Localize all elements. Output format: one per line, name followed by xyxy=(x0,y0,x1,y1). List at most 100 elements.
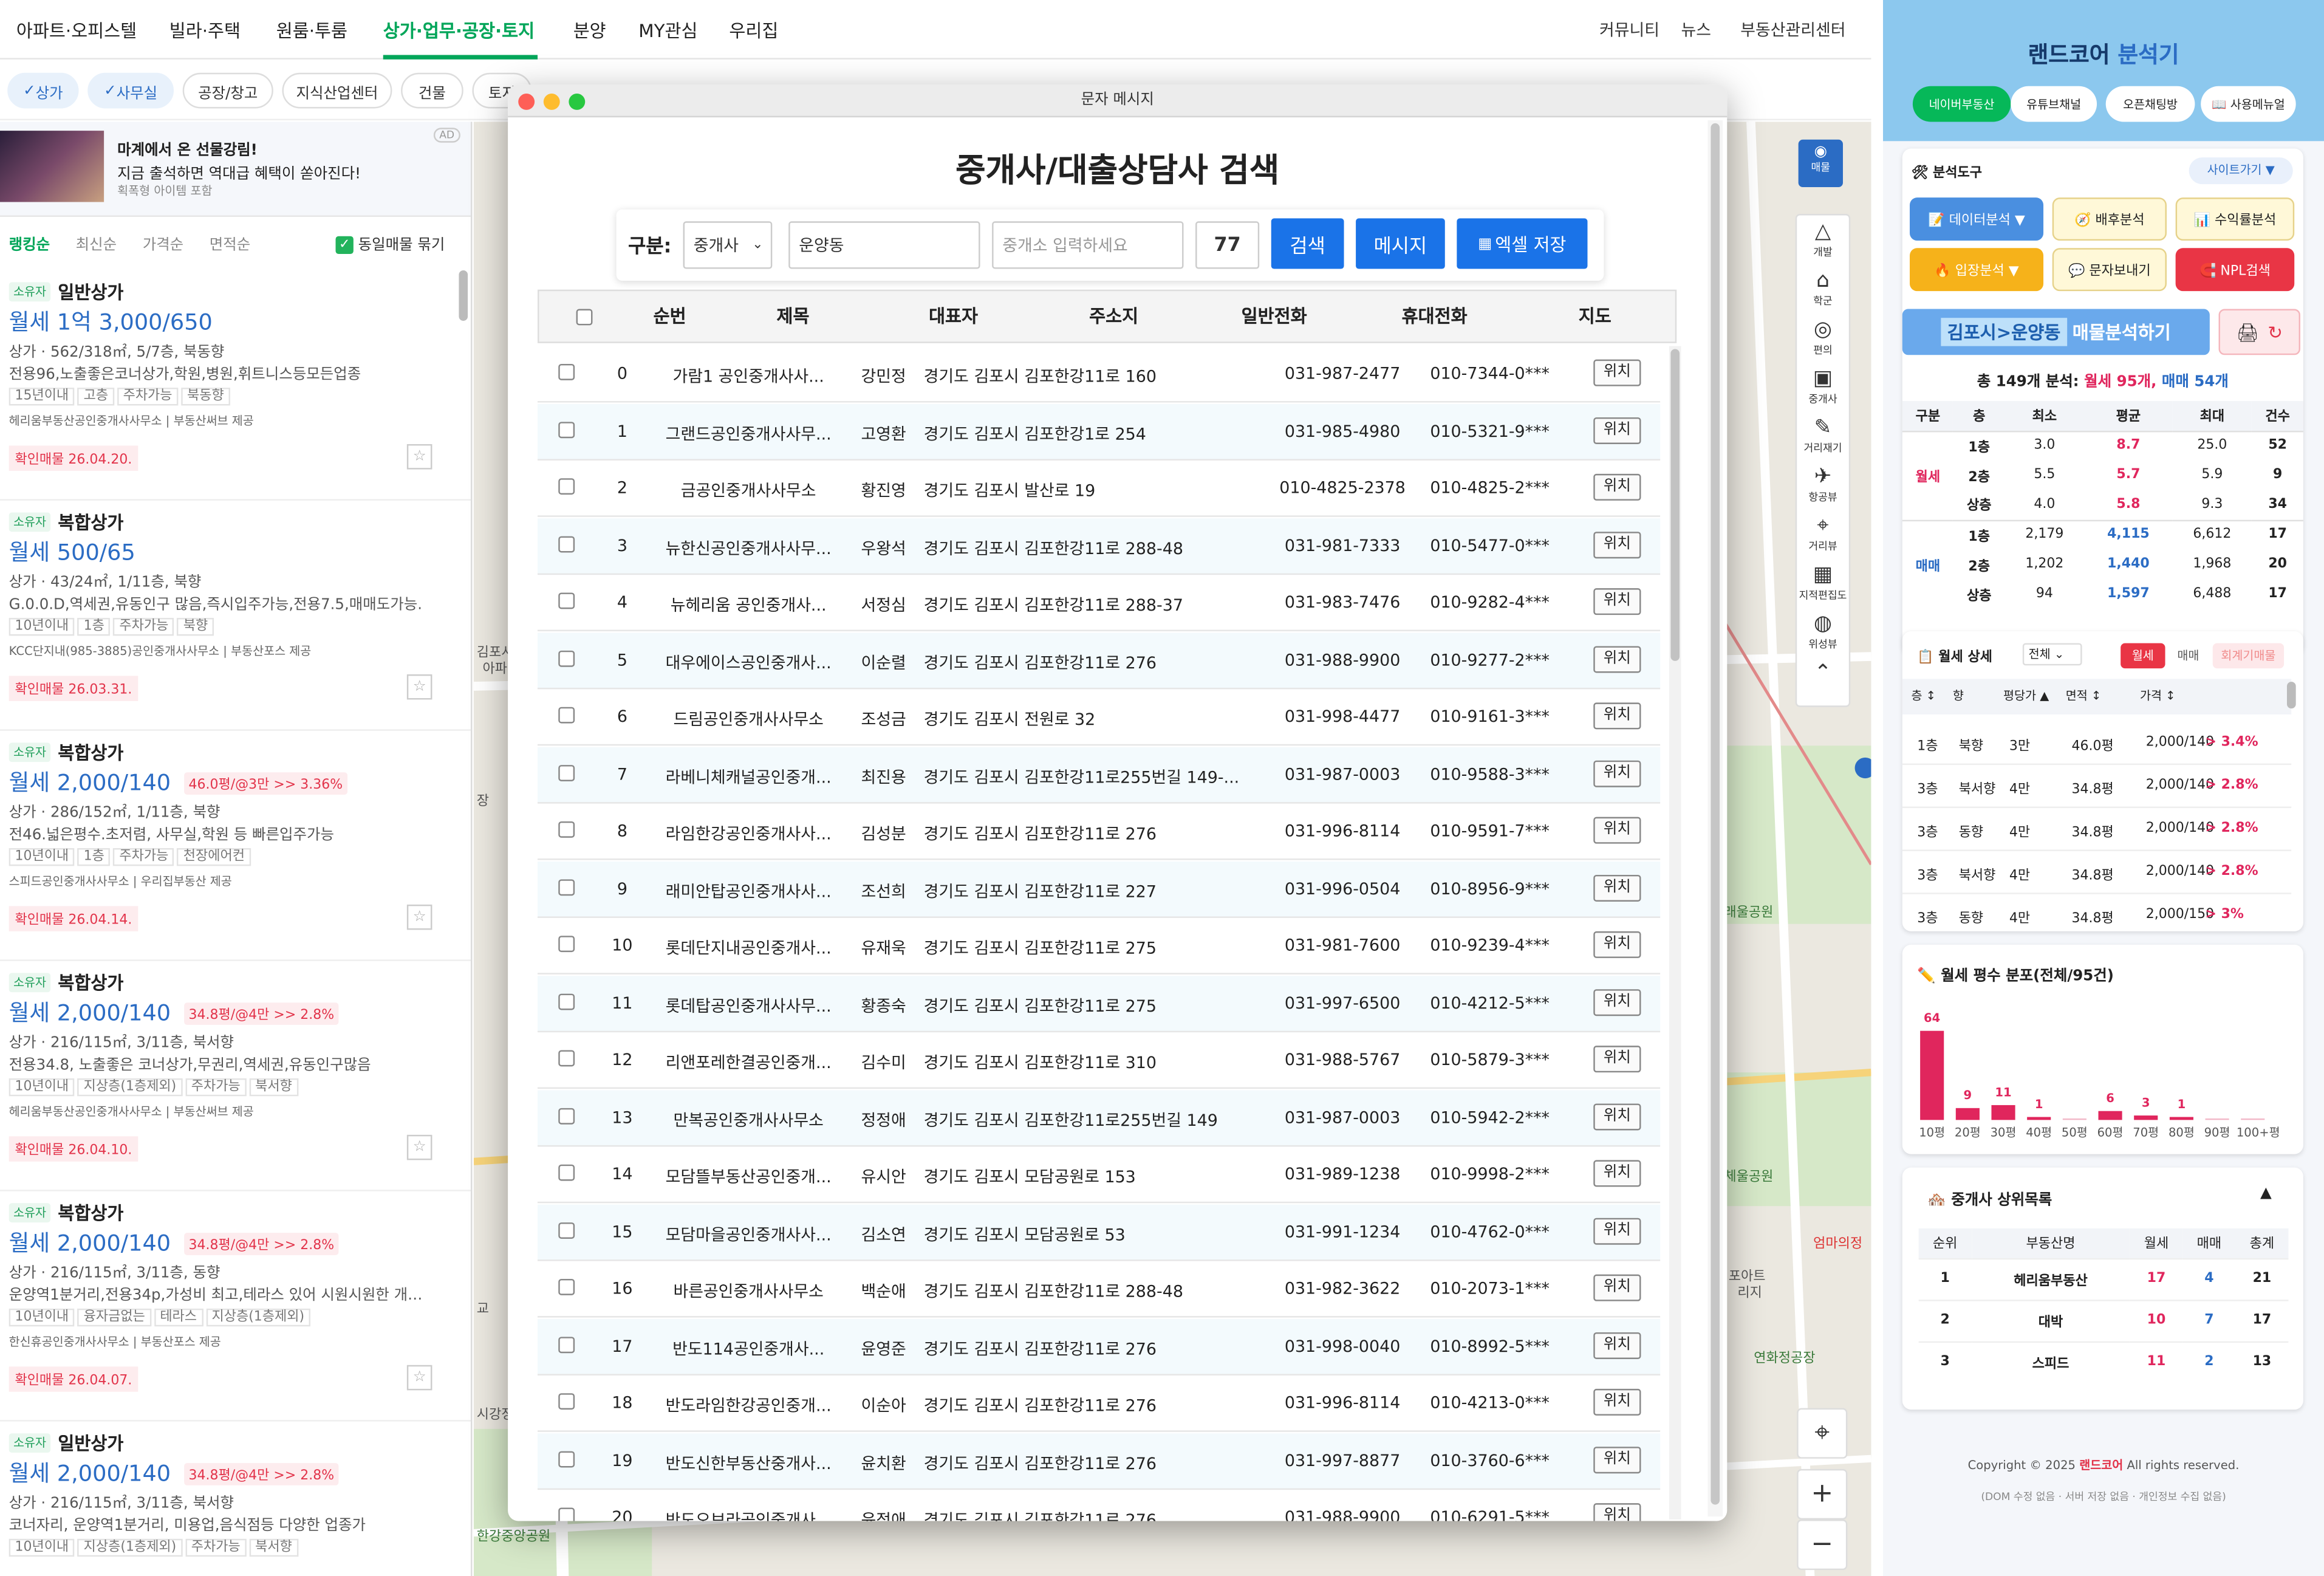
row-checkbox[interactable] xyxy=(558,1107,575,1124)
map-tool-satellite[interactable]: ◍ 위성뷰 xyxy=(1797,608,1849,658)
filter-knowledge-center[interactable]: 지식산업센터 xyxy=(282,72,392,109)
table-row[interactable]: 7 라베니체캐널공인중개... 최진용 경기도 김포시 김포한강11로255번길 14… xyxy=(538,746,1661,803)
nav-my-interest[interactable]: MY관심 xyxy=(638,18,697,43)
tab-manual[interactable]: 📖 사용메뉴얼 xyxy=(2201,86,2296,122)
row-checkbox[interactable] xyxy=(558,421,575,437)
table-scrollbar[interactable] xyxy=(1669,346,1681,1520)
detail-header-cell[interactable]: 면적 ↕ xyxy=(2066,688,2102,704)
favorite-button[interactable]: ☆ xyxy=(406,904,432,930)
row-checkbox[interactable] xyxy=(558,1393,575,1410)
location-button[interactable]: 위치 xyxy=(1593,531,1641,558)
detail-header-cell[interactable]: 가격 ↕ xyxy=(2140,688,2176,704)
location-button[interactable]: 위치 xyxy=(1593,759,1641,787)
favorite-button[interactable]: ☆ xyxy=(406,1365,432,1391)
location-button[interactable]: 위치 xyxy=(1593,1503,1641,1521)
site-go-button[interactable]: 사이트가기 ▼ xyxy=(2189,157,2293,185)
printer-icon[interactable]: 🖨 xyxy=(2236,321,2258,342)
listing-card[interactable]: 소유자 일반상가 월세 1억 3,000/650 상가 · 562/318㎡, 5/7… xyxy=(0,270,471,501)
favorite-button[interactable]: ☆ xyxy=(406,1134,432,1160)
favorite-button[interactable]: ☆ xyxy=(406,444,432,470)
table-row[interactable]: 14 모담뜰부동산공인중개... 유시안 경기도 김포시 모담공원로 153 031-9… xyxy=(538,1146,1661,1204)
group-same-listing-toggle[interactable]: ✓ 동일매물 묶기 xyxy=(335,231,445,255)
detail-tab-sale[interactable]: 매매 xyxy=(2170,643,2207,669)
listing-price[interactable]: 월세 2,000/140 xyxy=(9,767,171,798)
listing-card[interactable]: 소유자 복합상가 월세 2,000/140 46.0평/@3만 >> 3.36% 상가 … xyxy=(0,731,471,961)
send-message-button[interactable]: 💬 문자보내기 xyxy=(2052,248,2167,292)
nav-community[interactable]: 커뮤니티 xyxy=(1599,18,1659,41)
window-scrollbar[interactable] xyxy=(1707,120,1723,1517)
location-button[interactable]: 위치 xyxy=(1593,817,1641,844)
minimize-window-button[interactable] xyxy=(543,94,560,110)
npl-search-button[interactable]: 🧲 NPL검색 xyxy=(2175,248,2295,292)
location-button[interactable]: 위치 xyxy=(1593,1331,1641,1358)
filter-building[interactable]: 건물 xyxy=(401,72,463,109)
table-row[interactable]: 2 금공인중개사사무소 황진영 경기도 김포시 발산로 19 010-4825-2378… xyxy=(538,461,1661,517)
search-button[interactable]: 검색 xyxy=(1271,218,1344,269)
zoom-out-button[interactable]: − xyxy=(1797,1519,1848,1571)
sort-newest[interactable]: 최신순 xyxy=(76,231,117,254)
table-row[interactable]: 3 뉴한신공인중개사사무... 우왕석 경기도 김포시 김포한강11로 288-48 0… xyxy=(538,518,1661,574)
location-button[interactable]: 위치 xyxy=(1593,1046,1641,1073)
sort-area[interactable]: 면적순 xyxy=(210,231,250,254)
table-row[interactable]: 20 반도오브라공인중개사... 윤정애 경기도 김포시 김포한강11로 276 031… xyxy=(538,1490,1660,1521)
tab-youtube[interactable]: 유튜브채널 xyxy=(2011,86,2097,122)
table-row[interactable]: 18 반도라임한강공인중개... 이순아 경기도 김포시 김포한강11로 276 031… xyxy=(538,1376,1661,1432)
location-button[interactable]: 위치 xyxy=(1593,473,1641,501)
my-location-button[interactable]: ⌖ xyxy=(1797,1408,1848,1459)
tab-open-chat[interactable]: 오픈채팅방 xyxy=(2105,86,2195,122)
nav-presale[interactable]: 분양 xyxy=(573,18,606,43)
location-button[interactable]: 위치 xyxy=(1593,1388,1641,1416)
row-checkbox[interactable] xyxy=(558,764,575,781)
nav-oneroom[interactable]: 원룸·투룸 xyxy=(276,18,347,43)
detail-header-cell[interactable]: 향 xyxy=(1953,688,1964,704)
row-checkbox[interactable] xyxy=(558,535,575,552)
detail-scrollbar[interactable] xyxy=(2286,682,2296,709)
map-tool-ruler[interactable]: ✎ 거리재기 xyxy=(1797,411,1849,462)
window-scrollbar-thumb[interactable] xyxy=(1711,123,1720,1505)
location-button[interactable]: 위치 xyxy=(1593,588,1641,615)
nav-apartment[interactable]: 아파트·오피스텔 xyxy=(16,18,137,43)
location-button[interactable]: 위치 xyxy=(1593,988,1641,1016)
nav-villa[interactable]: 빌라·주택 xyxy=(169,18,241,43)
collapse-icon[interactable]: ▲ xyxy=(2260,1185,2272,1202)
location-button[interactable]: 위치 xyxy=(1593,702,1641,730)
row-checkbox[interactable] xyxy=(558,821,575,838)
listing-price[interactable]: 월세 500/65 xyxy=(9,536,135,567)
table-row[interactable]: 0 가람1 공인중개사사... 강민정 경기도 김포시 김포한강11로 160 031-… xyxy=(538,346,1661,403)
listing-card[interactable]: 소유자 복합상가 월세 500/65 상가 · 43/24㎡, 1/11층, 북향 G.… xyxy=(0,501,471,731)
location-button[interactable]: 위치 xyxy=(1593,1160,1641,1187)
row-checkbox[interactable] xyxy=(558,936,575,953)
map-tool-agency[interactable]: ▣ 중개사 xyxy=(1797,363,1849,413)
table-row[interactable]: 5 대우에이스공인중개사... 이순렬 경기도 김포시 김포한강11로 276 031-… xyxy=(538,632,1661,689)
row-checkbox[interactable] xyxy=(558,1164,575,1181)
data-analysis-button[interactable]: 📝 데이터분석 ▼ xyxy=(1910,197,2044,241)
listing-price[interactable]: 월세 1억 3,000/650 xyxy=(9,306,213,337)
location-button[interactable]: 위치 xyxy=(1593,1103,1641,1130)
nav-my-home[interactable]: 우리집 xyxy=(729,18,778,43)
row-checkbox[interactable] xyxy=(558,993,575,1010)
row-checkbox[interactable] xyxy=(558,363,575,380)
detail-tab-rent[interactable]: 월세 xyxy=(2121,643,2165,669)
type-select[interactable]: 중개사 ⌄ xyxy=(683,221,773,269)
location-button[interactable]: 위치 xyxy=(1593,1446,1641,1473)
detail-header-cell[interactable]: 층 ↕ xyxy=(1911,688,1936,704)
row-checkbox[interactable] xyxy=(558,1050,575,1067)
agency-name-input[interactable]: 중개소 입력하세요 xyxy=(992,221,1184,269)
map-tool-pin[interactable]: ⌖ 거리뷰 xyxy=(1797,510,1849,560)
map-tool-convenience[interactable]: ◎ 편의 xyxy=(1797,313,1849,364)
reload-icon[interactable]: ↻ xyxy=(2268,321,2283,342)
filter-factory[interactable]: 공장/창고 xyxy=(182,72,273,109)
maximize-window-button[interactable] xyxy=(569,94,586,110)
table-scrollbar-thumb[interactable] xyxy=(1670,349,1680,661)
row-checkbox[interactable] xyxy=(558,1507,575,1521)
message-button[interactable]: 메시지 xyxy=(1356,218,1445,269)
listing-card[interactable]: 소유자 복합상가 월세 2,000/140 34.8평/@4만 >> 2.8% 상가 ·… xyxy=(0,1191,471,1422)
excel-save-button[interactable]: ▦ 엑셀 저장 xyxy=(1457,218,1588,269)
map-tool-school[interactable]: ⌂ 학군 xyxy=(1797,264,1849,315)
map-tool-ruler-a[interactable]: △ 개발 xyxy=(1797,215,1849,266)
row-checkbox[interactable] xyxy=(558,879,575,895)
entry-analysis-button[interactable]: 🔥 입장분석 ▼ xyxy=(1910,248,2044,292)
row-checkbox[interactable] xyxy=(558,707,575,724)
location-button[interactable]: 위치 xyxy=(1593,1274,1641,1301)
select-all-checkbox[interactable] xyxy=(576,309,593,326)
